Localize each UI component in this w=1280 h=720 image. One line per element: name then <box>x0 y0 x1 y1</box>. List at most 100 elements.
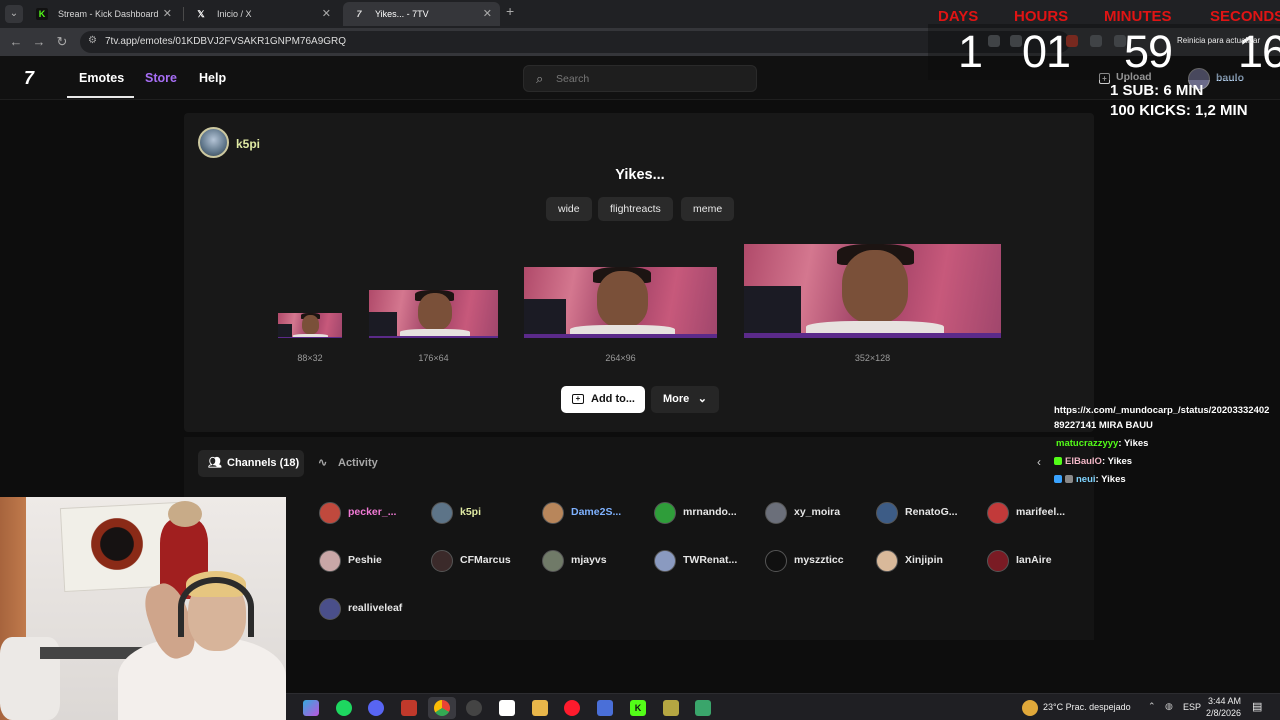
folder-plus-icon: + <box>572 394 584 404</box>
nav-store[interactable]: Store <box>145 71 177 85</box>
chat-username: ElBaulO <box>1065 456 1102 467</box>
site-info-icon[interactable]: ⚙ <box>88 35 97 46</box>
emote-title: Yikes... <box>615 167 665 183</box>
clock-date[interactable]: 2/8/2026 <box>1206 708 1241 718</box>
close-tab-icon[interactable]: ✕ <box>163 2 172 26</box>
close-tab-icon[interactable]: ✕ <box>322 2 331 26</box>
tray-chevron-icon[interactable]: ⌃ <box>1148 701 1156 712</box>
kick-icon: K <box>36 8 48 20</box>
search-input[interactable] <box>556 70 746 88</box>
7tv-icon: 7 <box>356 9 362 19</box>
address-bar[interactable]: ⚙ 7tv.app/emotes/01KDBVJ2FVSAKR1GNPM76A9… <box>80 31 1070 53</box>
author-name[interactable]: k5pi <box>236 137 260 151</box>
channel-item[interactable]: realliveleaf <box>319 597 419 621</box>
app-icon[interactable] <box>499 700 515 716</box>
weather-text[interactable]: 23°C Prac. despejado <box>1043 702 1131 712</box>
channel-item[interactable]: RenatoG... <box>876 501 976 525</box>
chat-message: https://x.com/_mundocarp_/status/2020333… <box>1054 405 1269 416</box>
spotify-icon[interactable] <box>336 700 352 716</box>
tab-7tv-yikes[interactable]: 7 Yikes... - 7TV ✕ <box>343 2 500 26</box>
timer-seconds: 16 <box>1238 26 1280 77</box>
file-explorer-icon[interactable] <box>532 700 548 716</box>
language-indicator[interactable]: ESP <box>1183 702 1201 712</box>
chat-message: 89227141 MIRA BAUU <box>1054 420 1153 431</box>
tab-title: Stream - Kick Dashboard <box>58 9 159 19</box>
channel-item[interactable]: myszzticc <box>765 549 865 573</box>
chat-text: 89227141 MIRA BAUU <box>1054 420 1153 431</box>
channel-avatar <box>431 502 453 524</box>
clock-time[interactable]: 3:44 AM <box>1208 696 1241 706</box>
channel-item[interactable]: CFMarcus <box>431 549 531 573</box>
forward-icon[interactable]: → <box>31 34 47 50</box>
channel-item[interactable]: k5pi <box>431 501 531 525</box>
obs-icon[interactable] <box>466 700 482 716</box>
emote-preview-2x[interactable] <box>369 290 498 338</box>
copilot-icon[interactable] <box>303 700 319 716</box>
back-icon[interactable]: ← <box>8 34 24 50</box>
app-icon[interactable] <box>695 700 711 716</box>
timer-label-days: DAYS <box>938 8 979 25</box>
channel-item[interactable]: xy_moira <box>765 501 865 525</box>
restart-to-update[interactable]: Reinicia para actualizar <box>1177 36 1260 45</box>
channel-item[interactable]: pecker_... <box>319 501 419 525</box>
channel-name: marifeel... <box>1016 506 1066 518</box>
tab-kick-dashboard[interactable]: K Stream - Kick Dashboard ✕ <box>26 2 180 26</box>
tab-search-chevron-icon[interactable]: ⌄ <box>5 5 23 23</box>
nav-emotes[interactable]: Emotes <box>79 71 124 85</box>
search-box[interactable]: ⌕ <box>523 65 757 92</box>
tab-channels[interactable]: 👥︎ Channels (18) <box>198 450 304 477</box>
channel-item[interactable]: Dame2S... <box>542 501 642 525</box>
network-icon[interactable]: ◍ <box>1165 701 1173 712</box>
channel-avatar <box>319 598 341 620</box>
reload-icon[interactable]: ↻ <box>54 34 70 50</box>
chat-text: : Yikes <box>1118 438 1149 449</box>
channel-avatar <box>765 550 787 572</box>
chevron-left-icon[interactable]: ‹ <box>1037 455 1041 469</box>
discord-icon[interactable] <box>368 700 384 716</box>
sub-rate: 1 SUB: 6 MIN <box>1110 82 1204 99</box>
channel-item[interactable]: Xinjipin <box>876 549 976 573</box>
channel-item[interactable]: IanAire <box>987 549 1087 573</box>
windows-taskbar: K 23°C Prac. despejado ⌃ ◍ ESP 3:44 AM 2… <box>286 693 1280 720</box>
add-to-button[interactable]: + Add to... <box>561 386 645 413</box>
channel-name: Dame2S... <box>571 506 622 518</box>
more-button[interactable]: More ⌄ <box>651 386 719 413</box>
channel-item[interactable]: TWRenat... <box>654 549 754 573</box>
app-icon[interactable] <box>597 700 613 716</box>
app-icon[interactable] <box>401 700 417 716</box>
kick-icon[interactable]: K <box>630 700 646 716</box>
channel-name: IanAire <box>1016 554 1052 566</box>
channel-name: Xinjipin <box>905 554 943 566</box>
emote-preview-1x[interactable] <box>278 313 342 338</box>
author-avatar[interactable] <box>198 127 229 158</box>
channel-avatar <box>319 502 341 524</box>
tag-chip[interactable]: meme <box>681 197 735 221</box>
chrome-icon[interactable] <box>434 700 450 716</box>
app-icon[interactable] <box>663 700 679 716</box>
emote-preview-4x[interactable] <box>744 244 1001 338</box>
channel-item[interactable]: marifeel... <box>987 501 1087 525</box>
channel-name: pecker_... <box>348 506 397 518</box>
chat-text: https://x.com/_mundocarp_/status/2020333… <box>1054 405 1270 416</box>
notifications-icon[interactable]: ▤ <box>1252 700 1262 713</box>
timer-label-hours: HOURS <box>1014 8 1069 25</box>
close-tab-icon[interactable]: ✕ <box>483 2 492 26</box>
timer-hours: 01 <box>1022 26 1071 77</box>
channel-avatar <box>542 550 564 572</box>
channel-item[interactable]: Peshie <box>319 549 419 573</box>
search-icon: ⌕ <box>536 71 544 86</box>
weather-icon[interactable] <box>1022 700 1038 716</box>
channel-item[interactable]: mrnando... <box>654 501 754 525</box>
tag-chip[interactable]: wide <box>546 197 592 221</box>
new-tab-icon[interactable]: + <box>506 3 514 19</box>
emote-preview-3x[interactable] <box>524 267 717 338</box>
tab-activity[interactable]: ∿ Activity <box>316 450 386 477</box>
channel-name: k5pi <box>460 506 482 518</box>
chat-username: matucrazzyyy <box>1056 438 1119 449</box>
7tv-logo[interactable]: 7 <box>24 68 34 89</box>
tag-chip[interactable]: flightreacts <box>598 197 673 221</box>
nav-help[interactable]: Help <box>199 71 226 85</box>
opera-icon[interactable] <box>564 700 580 716</box>
tab-x-home[interactable]: 𝕏 Inicio / X ✕ <box>185 2 339 26</box>
channel-item[interactable]: mjayvs <box>542 549 642 573</box>
